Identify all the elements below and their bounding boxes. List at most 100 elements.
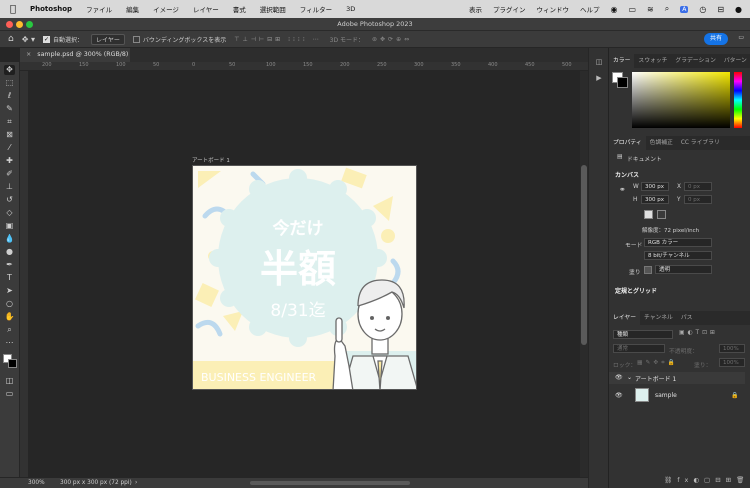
- mode-dropdown[interactable]: RGB カラー: [644, 238, 712, 247]
- rulers-grids-section[interactable]: 定規とグリッド: [615, 286, 657, 295]
- menu-view[interactable]: 表示: [469, 4, 482, 14]
- screen-mode-icon[interactable]: ▭: [4, 389, 15, 399]
- y-field[interactable]: 0 px: [684, 195, 712, 204]
- healing-brush-icon[interactable]: ✚: [4, 156, 15, 166]
- fill-swatch[interactable]: [644, 266, 652, 274]
- zoom-tool-icon[interactable]: ⌕: [4, 325, 15, 335]
- crop-tool-icon[interactable]: ⌗: [4, 117, 15, 127]
- wifi-icon[interactable]: ≋: [647, 5, 654, 14]
- move-tool-icon[interactable]: ✥ ▾: [22, 35, 35, 44]
- zoom-level[interactable]: 300%: [28, 478, 45, 488]
- artboard-label[interactable]: アートボード 1: [192, 156, 230, 164]
- frame-tool-icon[interactable]: ⊠: [4, 130, 15, 140]
- quick-mask-icon[interactable]: ◫: [4, 376, 15, 386]
- width-field[interactable]: 300 px: [641, 182, 669, 191]
- menu-app-name[interactable]: Photoshop: [30, 5, 72, 13]
- layer-row-artboard[interactable]: 👁 ⌄ アートボード 1: [609, 372, 745, 384]
- menu-file[interactable]: ファイル: [86, 4, 112, 14]
- history-brush-icon[interactable]: ↺: [4, 195, 15, 205]
- blur-tool-icon[interactable]: 💧: [4, 234, 15, 244]
- history-icon[interactable]: ◫: [594, 58, 604, 67]
- lasso-tool-icon[interactable]: ℓ: [4, 91, 15, 101]
- height-field[interactable]: 300 px: [641, 195, 669, 204]
- menu-type[interactable]: 書式: [233, 4, 246, 14]
- layer-actions-icons[interactable]: ⛓fx◐▢⊟⊞🗑: [664, 476, 749, 484]
- menu-image[interactable]: イメージ: [153, 4, 179, 14]
- link-dimensions-icon[interactable]: ⚭: [619, 185, 626, 194]
- artboard[interactable]: 今だけ 半額 8/31迄 BUSINESS ENGINEER: [192, 165, 417, 390]
- align-icons[interactable]: ⊤⊥⊣⊢⊟⊞ ⁝⁝⁝⁝ ⋯: [234, 36, 321, 43]
- menu-3d[interactable]: 3D: [346, 5, 355, 13]
- brush-tool-icon[interactable]: ✐: [4, 169, 15, 179]
- tab-gradients[interactable]: グラデーション: [671, 54, 719, 68]
- stamp-tool-icon[interactable]: ⊥: [4, 182, 15, 192]
- auto-select-checkbox[interactable]: ✓: [42, 35, 50, 43]
- menu-layer[interactable]: レイヤー: [193, 4, 219, 14]
- clock-icon[interactable]: ◷: [699, 5, 706, 14]
- landscape-icon[interactable]: [657, 210, 666, 219]
- menu-filter[interactable]: フィルター: [300, 4, 332, 14]
- menu-window[interactable]: ウィンドウ: [536, 4, 569, 14]
- tab-cc-libraries[interactable]: CC ライブラリ: [677, 136, 724, 150]
- menu-help[interactable]: ヘルプ: [580, 4, 600, 14]
- home-icon[interactable]: ⌂: [8, 34, 14, 44]
- workspace-icon[interactable]: ▭: [738, 34, 744, 41]
- eyedropper-icon[interactable]: ⁄: [4, 143, 15, 153]
- pen-tool-icon[interactable]: ✒: [4, 260, 15, 270]
- canvas-section-title[interactable]: カンバス: [615, 170, 639, 179]
- background-color-swatch[interactable]: [8, 359, 17, 368]
- menu-edit[interactable]: 編集: [126, 4, 139, 14]
- tab-patterns[interactable]: パターン: [720, 54, 750, 68]
- more-tools-icon[interactable]: ⋯: [4, 338, 15, 348]
- minimize-window-icon[interactable]: [16, 21, 23, 28]
- dodge-tool-icon[interactable]: ●: [4, 247, 15, 257]
- close-window-icon[interactable]: [6, 21, 13, 28]
- close-tab-icon[interactable]: ×: [26, 51, 31, 58]
- vertical-scroll-thumb[interactable]: [581, 165, 587, 345]
- document-tab[interactable]: × sample.psd @ 300% (RGB/8): [20, 48, 130, 62]
- document-info[interactable]: 300 px x 300 px (72 ppi): [60, 478, 132, 488]
- type-tool-icon[interactable]: T: [4, 273, 15, 283]
- opacity-field[interactable]: 100%: [719, 344, 745, 353]
- layer-filter-icons[interactable]: ▣◐T⊡⊞: [679, 330, 718, 336]
- hand-tool-icon[interactable]: ✋: [4, 312, 15, 322]
- tab-paths[interactable]: パス: [677, 311, 697, 325]
- apple-icon[interactable]: : [10, 4, 22, 15]
- bit-depth-dropdown[interactable]: 8 bit/チャンネル: [644, 251, 712, 260]
- actions-icon[interactable]: ▶: [594, 74, 604, 83]
- switch-icon[interactable]: ⊟: [717, 5, 724, 14]
- layer-fill-field[interactable]: 100%: [719, 358, 745, 367]
- tab-channels[interactable]: チャンネル: [640, 311, 677, 325]
- control-center-icon[interactable]: ◉: [610, 5, 617, 14]
- menu-plugins[interactable]: プラグイン: [493, 4, 526, 14]
- shape-tool-icon[interactable]: ○: [4, 299, 15, 309]
- hue-slider[interactable]: [734, 72, 742, 128]
- siri-icon[interactable]: ●: [735, 5, 742, 14]
- share-button[interactable]: 共有: [704, 33, 728, 45]
- tab-layers[interactable]: レイヤー: [609, 311, 641, 325]
- horizontal-scroll-thumb[interactable]: [250, 481, 410, 485]
- battery-icon[interactable]: ▭: [628, 5, 636, 14]
- tab-swatches[interactable]: スウォッチ: [634, 54, 671, 68]
- status-arrow-icon[interactable]: ›: [135, 478, 137, 488]
- mode-3d-icons[interactable]: ⊛✥⟳⊕⇔: [372, 36, 412, 43]
- x-field[interactable]: 0 px: [684, 182, 712, 191]
- lock-icons[interactable]: ▦✎✥⌗🔒: [637, 360, 678, 367]
- layer-filter-dropdown[interactable]: 種類: [613, 330, 673, 339]
- blend-mode-dropdown[interactable]: 通常: [613, 344, 665, 353]
- menu-select[interactable]: 選択範囲: [260, 4, 286, 14]
- bounding-box-checkbox[interactable]: [132, 35, 140, 43]
- artboard-tool-icon[interactable]: ⬚: [4, 78, 15, 88]
- zoom-window-icon[interactable]: [26, 21, 33, 28]
- tab-color[interactable]: カラー: [609, 54, 635, 68]
- eye-icon[interactable]: 👁: [615, 374, 623, 381]
- eraser-tool-icon[interactable]: ◇: [4, 208, 15, 218]
- input-source-icon[interactable]: A: [680, 5, 689, 13]
- tab-adjustments[interactable]: 色調補正: [646, 136, 677, 150]
- auto-select-dropdown[interactable]: レイヤー: [91, 33, 125, 45]
- path-select-icon[interactable]: ➤: [4, 286, 15, 296]
- fill-dropdown[interactable]: 透明: [655, 265, 712, 274]
- layer-row-sample[interactable]: 👁 sample 🔒: [609, 386, 745, 406]
- eye-icon[interactable]: 👁: [615, 392, 623, 399]
- tab-properties[interactable]: プロパティ: [609, 136, 646, 150]
